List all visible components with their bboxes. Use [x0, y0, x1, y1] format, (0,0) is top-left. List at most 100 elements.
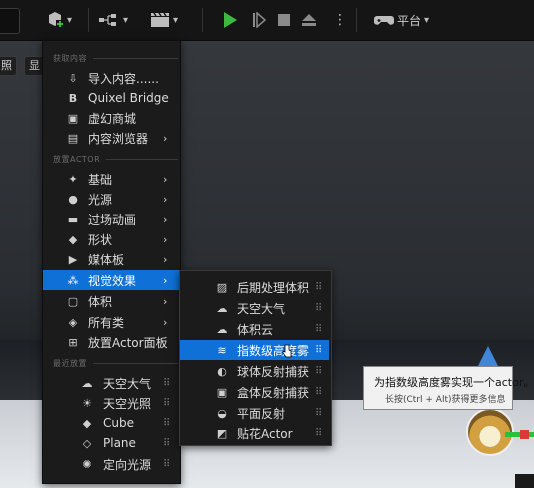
sphere-reflection-icon: ◐ — [217, 364, 227, 378]
stop-icon — [278, 14, 290, 26]
menu-item-recent-directional-light[interactable]: ✺ 定向光源 ⠿ — [43, 454, 180, 474]
drag-handle-icon[interactable]: ⠿ — [315, 366, 322, 377]
drag-handle-icon[interactable]: ⠿ — [315, 282, 322, 293]
box-reflection-icon: ▣ — [216, 385, 228, 399]
drag-handle-icon[interactable]: ⠿ — [163, 398, 170, 409]
menu-item-recent-cube[interactable]: ◆ Cube ⠿ — [43, 413, 180, 433]
viewport-mode-button[interactable]: 照 — [0, 56, 17, 76]
submenu-item-volumetric-cloud[interactable]: ☁ 体积云 ⠿ — [180, 319, 329, 339]
toolbar-left-box[interactable] — [0, 8, 20, 34]
volumetric-cloud-icon: ☁ — [216, 322, 228, 336]
cinematics-icon — [151, 12, 169, 27]
submenu-item-box-reflection-capture[interactable]: ▣ 盒体反射捕获 ⠿ — [180, 382, 329, 402]
menu-item-label: 放置Actor面板 — [88, 335, 168, 350]
content-browser-icon: ▤ — [67, 131, 79, 145]
chevron-right-icon: › — [163, 315, 168, 329]
submenu-item-post-process-volume[interactable]: ▨ 后期处理体积 ⠿ — [180, 277, 329, 297]
submenu-item-sphere-reflection-capture[interactable]: ◐ 球体反射捕获 ⠿ — [180, 361, 329, 381]
menu-item-label: 过场动画 — [88, 212, 137, 227]
shape-icon: ◆ — [68, 232, 78, 246]
menu-item-place-actor-panel[interactable]: ⊞ 放置Actor面板 — [43, 332, 180, 352]
menu-item-label: 后期处理体积 — [237, 280, 310, 295]
platforms-button[interactable]: 平台 ▾ — [374, 8, 429, 32]
directional-light-icon: ✺ — [82, 457, 92, 471]
menu-item-label: 盒体反射捕获 — [237, 385, 310, 400]
menu-item-basic[interactable]: ✦ 基础 › — [43, 169, 180, 189]
menu-item-content-browser[interactable]: ▤ 内容浏览器 › — [43, 128, 180, 148]
drag-handle-icon[interactable]: ⠿ — [163, 378, 170, 389]
menu-item-quixel-bridge[interactable]: B Quixel Bridge — [43, 88, 180, 108]
drag-handle-icon[interactable]: ⠿ — [163, 438, 170, 449]
chevron-down-icon: ▾ — [67, 14, 73, 26]
viewport-corner — [515, 474, 534, 488]
section-header-place-actor: 放置ACTOR — [53, 154, 178, 165]
menu-item-cinematics[interactable]: ▬ 过场动画 › — [43, 209, 180, 229]
stop-button[interactable] — [277, 8, 291, 32]
menu-item-import[interactable]: ⇩ 导入内容...... — [43, 68, 180, 88]
blueprint-button[interactable]: ▾ — [98, 8, 128, 32]
menu-item-recent-sky-light[interactable]: ☀ 天空光照 ⠿ — [43, 393, 180, 413]
menu-item-label: 视觉效果 — [88, 273, 137, 288]
menu-item-marketplace[interactable]: ▣ 虚幻商城 — [43, 108, 180, 128]
eject-button[interactable] — [301, 8, 317, 32]
drag-handle-icon[interactable]: ⠿ — [315, 428, 322, 439]
drag-handle-icon[interactable]: ⠿ — [315, 303, 322, 314]
section-header-get-content: 获取内容 — [53, 53, 178, 64]
menu-item-label: Plane — [103, 436, 136, 450]
more-options-icon: ⋮ — [333, 12, 347, 28]
drag-handle-icon[interactable]: ⠿ — [163, 459, 170, 470]
step-button[interactable] — [252, 8, 266, 32]
tooltip-title: 为指数级高度雾实现一个actor。 — [374, 376, 534, 389]
menu-item-label: 天空光照 — [103, 396, 152, 411]
drag-handle-icon[interactable]: ⠿ — [315, 408, 322, 419]
step-icon — [253, 12, 266, 28]
planar-reflection-icon: ◒ — [217, 406, 227, 420]
submenu-item-planar-reflection[interactable]: ◒ 平面反射 ⠿ — [180, 403, 329, 423]
section-header-recently-placed: 最近放置 — [53, 358, 178, 369]
drag-handle-icon[interactable]: ⠿ — [315, 324, 322, 335]
menu-item-label: 天空大气 — [103, 376, 152, 391]
cinematics-button[interactable]: ▾ — [150, 8, 178, 32]
submenu-item-decal-actor[interactable]: ◩ 贴花Actor ⠿ — [180, 423, 329, 443]
sky-atmosphere-icon: ☁ — [216, 301, 228, 315]
menu-item-label: 虚幻商城 — [88, 111, 137, 126]
menu-item-label: 指数级高度雾 — [237, 343, 310, 358]
menu-item-label: 内容浏览器 — [88, 131, 149, 146]
chevron-right-icon: › — [163, 252, 168, 266]
menu-item-all-classes[interactable]: ◈ 所有类 › — [43, 312, 180, 332]
import-icon: ⇩ — [68, 71, 78, 85]
chevron-right-icon: › — [163, 294, 168, 308]
menu-item-label: 平面反射 — [237, 406, 286, 421]
tooltip-hint: 长按(Ctrl + Alt)获得更多信息 — [385, 395, 506, 405]
post-process-icon: ▨ — [216, 280, 228, 294]
sky-light-icon: ☀ — [82, 396, 92, 410]
drag-handle-icon[interactable]: ⠿ — [163, 418, 170, 429]
menu-item-recent-plane[interactable]: ◇ Plane ⠿ — [43, 433, 180, 453]
menu-item-lights[interactable]: ● 光源 › — [43, 189, 180, 209]
menu-item-visual-effects[interactable]: ⁂ 视觉效果 › — [43, 270, 180, 290]
cinematic-icon: ▬ — [67, 212, 79, 226]
add-actor-button[interactable]: ▾ — [46, 8, 72, 32]
menu-item-media[interactable]: ▶ 媒体板 › — [43, 249, 180, 269]
drag-handle-icon[interactable]: ⠿ — [315, 387, 322, 398]
menu-item-label: 导入内容...... — [88, 71, 159, 86]
chevron-down-icon: ▾ — [173, 14, 179, 26]
menu-item-volumes[interactable]: ▢ 体积 › — [43, 291, 180, 311]
visual-effects-submenu: ▨ 后期处理体积 ⠿ ☁ 天空大气 ⠿ ☁ 体积云 ⠿ ≋ 指数级高度雾 ⠿ ◐… — [179, 270, 332, 446]
main-toolbar: ▾ ▾ ▾ ⋮ 平台 ▾ — [0, 0, 534, 41]
visual-effects-icon: ⁂ — [67, 273, 79, 287]
menu-item-shapes[interactable]: ◆ 形状 › — [43, 229, 180, 249]
chevron-right-icon: › — [163, 273, 168, 287]
drag-handle-icon[interactable]: ⠿ — [315, 345, 322, 356]
light-icon: ● — [68, 192, 78, 206]
scene-object-cone — [478, 346, 498, 366]
menu-item-recent-sky-atmosphere[interactable]: ☁ 天空大气 ⠿ — [43, 373, 180, 393]
play-icon[interactable] — [224, 12, 237, 28]
more-options-button[interactable]: ⋮ — [333, 8, 347, 32]
section-label: 最近放置 — [53, 359, 87, 368]
submenu-item-sky-atmosphere[interactable]: ☁ 天空大气 ⠿ — [180, 298, 329, 318]
submenu-item-exponential-height-fog[interactable]: ≋ 指数级高度雾 ⠿ — [180, 340, 329, 360]
transform-gizmo-handle[interactable] — [520, 430, 529, 439]
platforms-label: 平台 — [397, 13, 422, 28]
place-panel-icon: ⊞ — [68, 335, 78, 349]
